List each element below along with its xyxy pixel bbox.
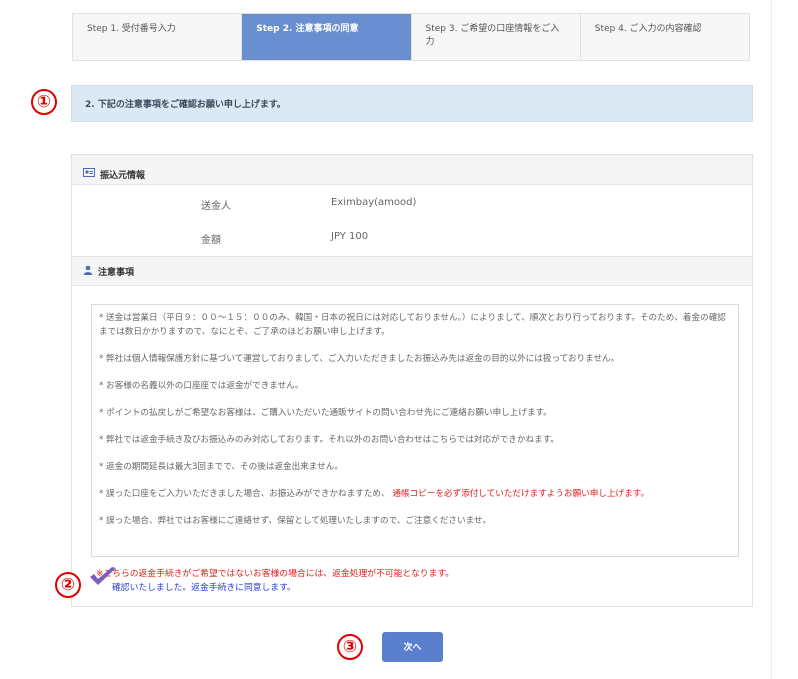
marker-2: ② [55,572,81,598]
note-item-with-emphasis: * 誤った口座をご入力いただきました場合、お振込みができかねますため、 通帳コピ… [99,487,731,501]
notes-section-title: 注意事項 [98,267,135,278]
step-2-active: Step 2. 注意事項の同意 [242,14,412,60]
notes-section-header: 注意事項 [72,256,752,286]
step-3: Step 3. ご希望の口座情報をご入力 [412,14,581,60]
note-item: * 弊社では返金手続き及びお振込みのみ対応しております。それ以外のお問い合わせは… [99,435,560,445]
sender-section-title: 振込元情報 [100,170,146,181]
step-4: Step 4. ご入力の内容確認 [594,24,702,34]
note-emphasis: 通帳コピーを必ず添付していただけますようお願い申し上げます。 [392,489,650,499]
agreement-panel: 振込元情報 送金人 Eximbay(amood) 金額 JPY 100 注意事項… [71,154,753,607]
note-item: * お客様の名義以外の口座座では返金ができません。 [99,381,304,391]
step-1: Step 1. 受付番号入力 [73,14,243,60]
marker-3: ③ [337,634,363,660]
step-indicator: Step 1. 受付番号入力 Step 2. 注意事項の同意 Step 3. ご… [72,13,750,61]
note-item: * 返金の期間延長は最大3回までで、その後は返金出来ません。 [99,462,343,472]
sender-value: Eximbay(amood) [331,197,417,208]
next-button[interactable]: 次へ [382,632,443,662]
note-item: * ポイントの払戻しがご希望なお客様は、ご購入いただいた通販サイトの問い合わせ先… [99,408,552,418]
amount-value: JPY 100 [331,231,369,242]
user-icon [83,265,93,278]
amount-label: 金額 [201,235,221,246]
sender-label: 送金人 [201,201,231,212]
sender-row: 送金人 Eximbay(amood) [72,185,752,219]
note-item: * 誤った場合、弊社ではお客様にご連絡せず、保留として処理いたしますので、ご注意… [99,516,492,526]
id-card-icon [83,168,95,180]
marker-1: ① [31,89,57,115]
instruction-banner: 2. 下記の注意事項をご確認お願い申し上げます。 [71,85,753,122]
note-text: * 誤った口座をご入力いただきました場合、お振込みができかねますため、 [99,489,390,499]
refund-warning: ※こちらの返金手続きがご希望ではないお客様の場合には、返金処理が不可能となります… [96,569,455,579]
note-item: * 送金は営業日（平日９：００～１５：００のみ、韓国・日本の祝日には対応しており… [99,313,726,337]
agree-checkbox-label[interactable]: 確認いたしました。返金手続きに同意します。 [112,580,296,593]
sender-section-header: 振込元情報 [72,155,752,185]
amount-row: 金額 JPY 100 [72,219,752,253]
note-item: * 弊社は個人情報保護方針に基づいて運営しておりまして、ご入力いただきましたお振… [99,354,620,364]
checkmark-icon[interactable] [88,566,118,591]
page-right-border [771,0,772,679]
notes-scroll-box[interactable]: * 送金は営業日（平日９：００～１５：００のみ、韓国・日本の祝日には対応しており… [91,304,739,557]
